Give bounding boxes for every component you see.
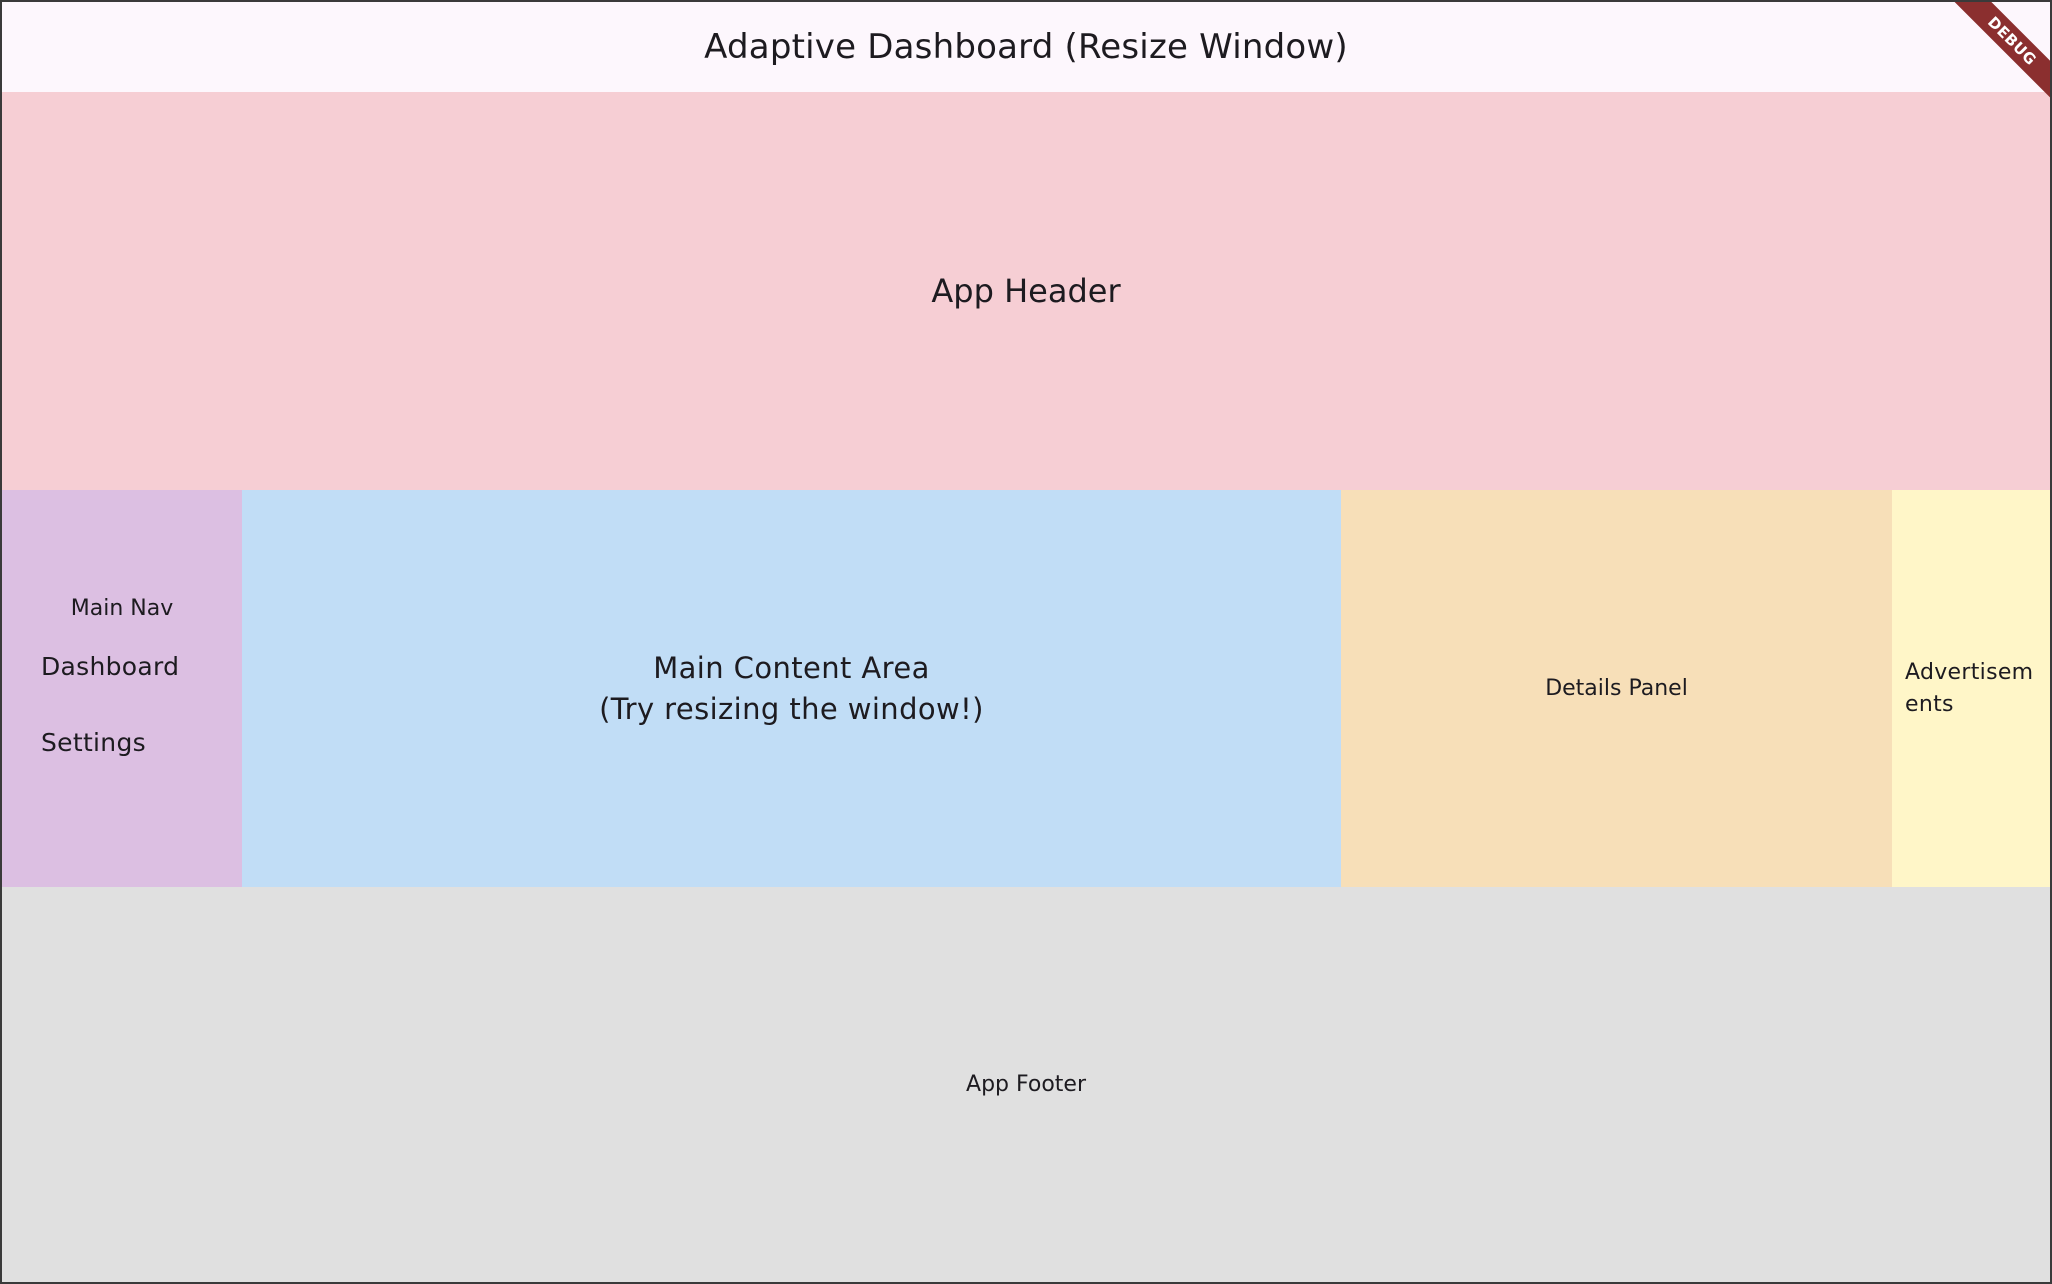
nav-item-settings[interactable]: Settings — [2, 705, 242, 781]
main-content-title: Main Content Area — [653, 650, 930, 685]
app-header-label: App Header — [931, 272, 1121, 310]
main-nav-region: Main Nav Dashboard Settings — [2, 490, 242, 887]
nav-item-dashboard[interactable]: Dashboard — [2, 629, 242, 705]
main-content-region: Main Content Area (Try resizing the wind… — [242, 490, 1341, 887]
app-bar-title: Adaptive Dashboard (Resize Window) — [704, 27, 1348, 67]
app-window: Adaptive Dashboard (Resize Window) App H… — [0, 0, 2052, 1284]
details-panel-label: Details Panel — [1545, 676, 1688, 701]
advertisements-region: Advertisements — [1892, 490, 2050, 887]
advertisements-label: Advertisements — [1905, 659, 2034, 717]
app-footer-region: App Footer — [2, 887, 2050, 1282]
main-content-hint: (Try resizing the window!) — [599, 691, 984, 726]
app-footer-label: App Footer — [966, 1072, 1086, 1097]
app-header-region: App Header — [2, 92, 2050, 490]
app-bar: Adaptive Dashboard (Resize Window) — [2, 2, 2050, 92]
main-nav-list: Dashboard Settings — [2, 629, 242, 781]
details-panel-region: Details Panel — [1341, 490, 1892, 887]
